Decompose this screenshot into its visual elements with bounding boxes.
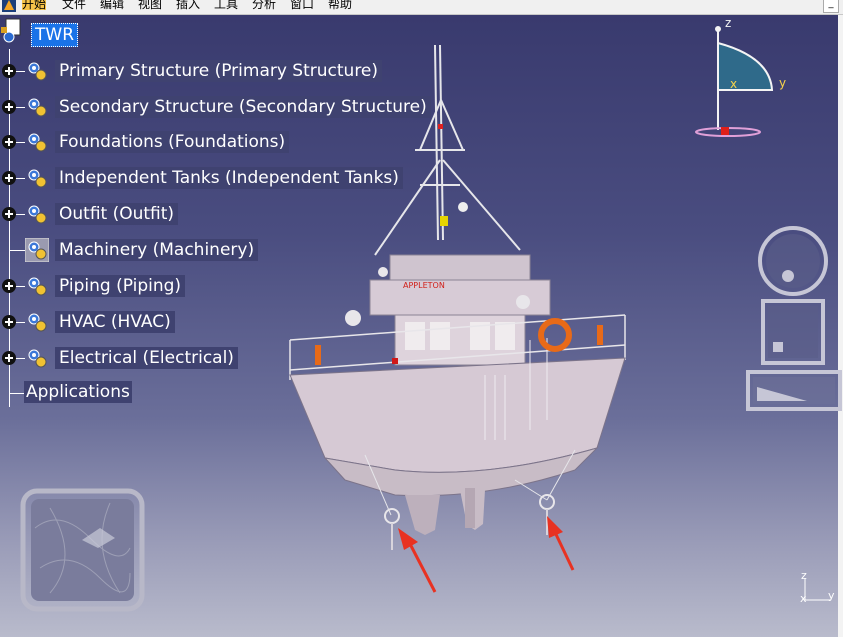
compass-x-label: x — [730, 77, 737, 91]
triad-x-label: x — [800, 592, 807, 605]
view-mode-thumbnail[interactable] — [20, 488, 145, 612]
gears-selected-icon — [25, 238, 49, 262]
tree-node-piping[interactable]: Piping (Piping) — [0, 274, 410, 298]
menu-help[interactable]: 帮助 — [328, 0, 352, 10]
zoom-view-icon[interactable] — [746, 370, 842, 411]
rotate-view-icon[interactable] — [758, 226, 828, 296]
expand-icon[interactable] — [1, 134, 17, 150]
tree-root-label[interactable]: TWR — [31, 23, 79, 47]
tree-node-label[interactable]: Piping (Piping) — [55, 275, 186, 297]
tree-node-label[interactable]: Machinery (Machinery) — [55, 239, 259, 261]
expand-icon[interactable] — [1, 63, 17, 79]
menu-bar: 开始 文件 编辑 视图 插入 工具 分析 窗口 帮助 _ — [0, 0, 843, 15]
menu-edit[interactable]: 编辑 — [100, 0, 124, 10]
compass-y-label: y — [779, 76, 786, 90]
menu-insert[interactable]: 插入 — [176, 0, 200, 10]
expand-icon[interactable] — [1, 206, 17, 222]
gears-icon — [28, 277, 47, 296]
tree-node-label[interactable]: Independent Tanks (Independent Tanks) — [55, 167, 403, 189]
tree-node-machinery[interactable]: Machinery (Machinery) — [0, 238, 410, 262]
menu-start[interactable]: 开始 — [22, 0, 47, 10]
menu-tools[interactable]: 工具 — [214, 0, 238, 10]
tree-node-label[interactable]: HVAC (HVAC) — [55, 311, 175, 333]
menu-view[interactable]: 视图 — [138, 0, 162, 10]
tree-node-secondary-structure[interactable]: Secondary Structure (Secondary Structure… — [0, 95, 431, 119]
right-annotation-arrow — [547, 516, 575, 571]
axis-triad: z x y — [800, 569, 835, 605]
specification-tree: TWR Primary Structure (Primary Structure… — [0, 15, 431, 415]
menu-analyze[interactable]: 分析 — [252, 0, 276, 10]
tree-node-electrical[interactable]: Electrical (Electrical) — [0, 346, 410, 370]
tree-node-label[interactable]: Electrical (Electrical) — [55, 347, 238, 369]
triad-y-label: y — [828, 589, 835, 602]
gears-icon — [28, 62, 47, 81]
tree-node-outfit[interactable]: Outfit (Outfit) — [0, 202, 410, 226]
gears-icon — [28, 349, 47, 368]
gears-icon — [28, 133, 47, 152]
triad-z-label: z — [801, 569, 807, 582]
catia-logo-icon[interactable] — [2, 0, 16, 12]
view-navigation-widgets — [746, 226, 842, 411]
tree-node-label[interactable]: Foundations (Foundations) — [55, 131, 290, 153]
expand-icon[interactable] — [1, 99, 17, 115]
pan-view-icon[interactable] — [761, 299, 825, 365]
expand-icon[interactable] — [1, 170, 17, 186]
compass-z-label: z — [725, 16, 731, 30]
life-ring — [538, 318, 572, 352]
tree-node-primary-structure[interactable]: Primary Structure (Primary Structure) — [0, 59, 410, 83]
tree-node-label[interactable]: Primary Structure (Primary Structure) — [55, 60, 383, 82]
tree-node-hvac[interactable]: HVAC (HVAC) — [0, 310, 410, 334]
right-tow-eye — [539, 494, 555, 510]
left-annotation-arrow — [398, 528, 437, 593]
expand-icon[interactable] — [1, 350, 17, 366]
annotation-arrows — [398, 516, 575, 593]
gears-icon — [28, 313, 47, 332]
tree-node-label[interactable]: Outfit (Outfit) — [55, 203, 179, 225]
menu-file[interactable]: 文件 — [62, 0, 86, 10]
product-icon — [1, 18, 21, 43]
gears-icon — [28, 169, 47, 188]
tree-node-foundations[interactable]: Foundations (Foundations) — [0, 130, 410, 154]
tree-node-applications[interactable]: Applications — [0, 381, 200, 405]
expand-icon[interactable] — [1, 314, 17, 330]
menu-window[interactable]: 窗口 — [290, 0, 314, 10]
compass[interactable]: z x y — [690, 15, 795, 140]
applications-label[interactable]: Applications — [24, 381, 132, 403]
gears-icon — [28, 98, 47, 117]
expand-icon[interactable] — [1, 278, 17, 294]
tree-node-independent-tanks[interactable]: Independent Tanks (Independent Tanks) — [0, 166, 410, 190]
minimize-button[interactable]: _ — [823, 0, 839, 13]
tree-node-label[interactable]: Secondary Structure (Secondary Structure… — [55, 96, 431, 118]
gears-icon — [28, 205, 47, 224]
